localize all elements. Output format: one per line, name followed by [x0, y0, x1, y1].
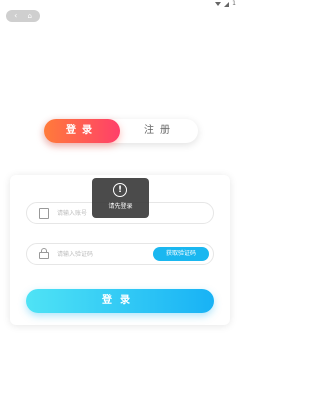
wifi-icon [215, 2, 222, 6]
login-register-switch: 登录 注册 [44, 119, 198, 143]
back-icon[interactable]: ‹ [14, 12, 17, 20]
signal-icon [224, 1, 230, 7]
lock-icon [39, 248, 49, 260]
toast-message: 请先登录 [108, 203, 133, 210]
toast: ! 请先登录 [92, 178, 149, 218]
tab-login[interactable]: 登录 [44, 119, 120, 143]
status-bar: 1 [0, 0, 240, 8]
signal-text: 1 [232, 0, 236, 7]
top-nav-pill[interactable]: ‹ ⌂ [6, 10, 40, 22]
login-button[interactable]: 登录 [26, 289, 214, 313]
get-code-button[interactable]: 获取验证码 [153, 247, 209, 261]
home-icon[interactable]: ⌂ [27, 12, 31, 20]
code-field[interactable]: 获取验证码 [26, 243, 214, 265]
phone-icon [39, 208, 49, 219]
status-icons: 1 [215, 0, 236, 8]
exclamation-icon: ! [113, 183, 127, 197]
code-input[interactable] [57, 246, 157, 262]
tab-register[interactable]: 注册 [122, 119, 198, 143]
